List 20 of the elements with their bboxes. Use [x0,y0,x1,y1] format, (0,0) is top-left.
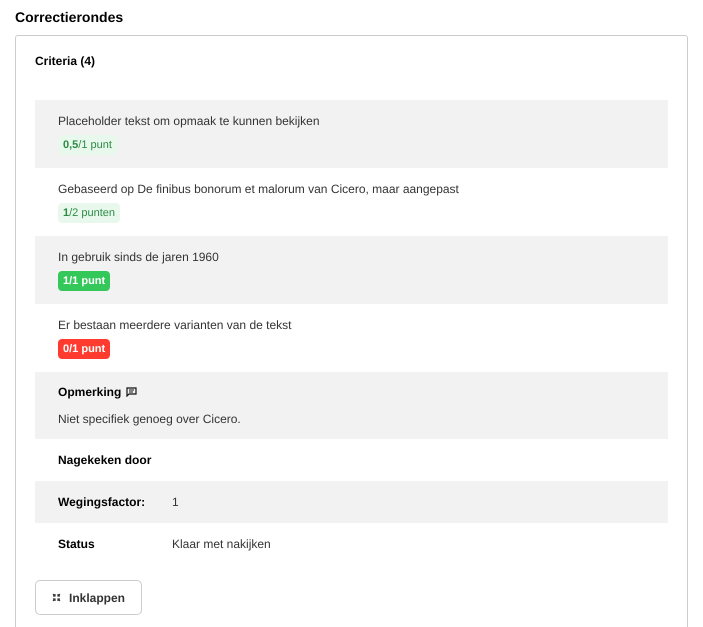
score-badge: 1/2 punten [58,203,120,223]
criteria-heading: Criteria (4) [35,53,96,70]
detail-label: Status [58,536,96,553]
collapse-icon [52,593,61,602]
criterion-text: Placeholder tekst om opmaak te kunnen bekijken [58,113,320,129]
collapse-button[interactable]: Inklappen [35,580,142,615]
remark-label: Opmerking [58,384,122,401]
criterion-text: Gebaseerd op De finibus bonorum et malorum van Cicero, maar aangepast [58,181,460,197]
criterion-text: In gebruik sinds de jaren 1960 [58,249,220,265]
detail-label: Nagekeken door [58,452,152,469]
detail-label: Wegingsfactor: [58,494,146,511]
criterion-text: Er bestaan meerdere varianten van de tekst [58,317,292,333]
score-badge: 1/1 punt [58,271,110,291]
detail-value: 1 [172,494,179,511]
remark-text: Niet specifiek genoeg over Cicero. [58,411,242,428]
comment-icon [126,387,138,397]
score-badge: 0,5/1 punt [58,135,117,155]
score-badge: 0/1 punt [58,339,110,359]
detail-value: Klaar met nakijken [172,536,271,553]
section-title: Correctierondes [15,8,124,26]
